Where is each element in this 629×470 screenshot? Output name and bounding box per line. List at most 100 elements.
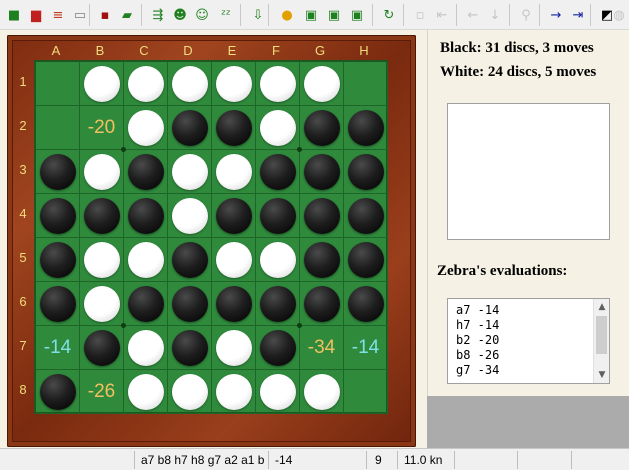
square-d7[interactable]: [168, 326, 212, 370]
square-g5[interactable]: [300, 238, 344, 282]
square-g3[interactable]: [300, 150, 344, 194]
square-a2[interactable]: [36, 106, 80, 150]
square-d6[interactable]: [168, 282, 212, 326]
evaluations-listbox[interactable]: a7 -14 h7 -14 b2 -20 b8 -26 g7 -34 ▲ ▼: [447, 298, 610, 384]
square-d4[interactable]: [168, 194, 212, 238]
square-f7[interactable]: [256, 326, 300, 370]
evaluation-item[interactable]: b2 -20: [456, 333, 499, 347]
square-b6[interactable]: [80, 282, 124, 326]
analyze-button[interactable]: ☻: [170, 5, 190, 25]
square-b8[interactable]: -26: [80, 370, 124, 414]
sleep-button[interactable]: ᶻᶻ: [216, 5, 236, 25]
square-h4[interactable]: [344, 194, 388, 238]
square-a6[interactable]: [36, 282, 80, 326]
scroll-down-icon[interactable]: ▼: [594, 367, 610, 383]
scroll-up-icon[interactable]: ▲: [594, 299, 610, 315]
square-b1[interactable]: [80, 62, 124, 106]
square-e7[interactable]: [212, 326, 256, 370]
evaluation-item[interactable]: h7 -14: [456, 318, 499, 332]
open-folder-button[interactable]: ▰: [117, 5, 137, 25]
square-f5[interactable]: [256, 238, 300, 282]
square-f3[interactable]: [256, 150, 300, 194]
square-b3[interactable]: [80, 150, 124, 194]
engine-move-button[interactable]: ⇶: [148, 5, 168, 25]
square-a4[interactable]: [36, 194, 80, 238]
square-d1[interactable]: [168, 62, 212, 106]
evaluation-item[interactable]: b8 -26: [456, 348, 499, 362]
square-e8[interactable]: [212, 370, 256, 414]
square-b5[interactable]: [80, 238, 124, 282]
square-g1[interactable]: [300, 62, 344, 106]
evaluation-item[interactable]: g7 -34: [456, 363, 499, 377]
square-c3[interactable]: [124, 150, 168, 194]
square-a8[interactable]: [36, 370, 80, 414]
square-c2[interactable]: [124, 106, 168, 150]
stack-button[interactable]: ≡: [48, 5, 68, 25]
square-e5[interactable]: [212, 238, 256, 282]
square-d5[interactable]: [168, 238, 212, 282]
square-g7[interactable]: -34: [300, 326, 344, 370]
evaluations-scrollbar[interactable]: ▲ ▼: [593, 299, 609, 383]
square-g6[interactable]: [300, 282, 344, 326]
board-green-2-button[interactable]: ▣: [324, 5, 344, 25]
square-h3[interactable]: [344, 150, 388, 194]
board-green-1-button[interactable]: ▣: [301, 5, 321, 25]
hint-button[interactable]: ⚲: [516, 5, 536, 25]
square-a1[interactable]: [36, 62, 80, 106]
down-button[interactable]: ↓: [485, 5, 505, 25]
forward-button[interactable]: →: [546, 5, 566, 25]
open-game-button[interactable]: ▆: [26, 5, 46, 25]
save-button[interactable]: ▪: [95, 5, 115, 25]
game-board[interactable]: -20 -14 -34 -14 -26: [34, 60, 388, 414]
square-e1[interactable]: [212, 62, 256, 106]
square-d2[interactable]: [168, 106, 212, 150]
scrollbar-thumb[interactable]: [596, 316, 607, 354]
square-c7[interactable]: [124, 326, 168, 370]
last-move-button[interactable]: ⇥: [568, 5, 588, 25]
square-e6[interactable]: [212, 282, 256, 326]
square-b2[interactable]: -20: [80, 106, 124, 150]
stop-button[interactable]: ●: [277, 5, 297, 25]
black-disc: [127, 197, 164, 234]
square-f1[interactable]: [256, 62, 300, 106]
square-h5[interactable]: [344, 238, 388, 282]
blank-button[interactable]: ▫: [410, 5, 430, 25]
square-a7[interactable]: -14: [36, 326, 80, 370]
square-g4[interactable]: [300, 194, 344, 238]
square-d3[interactable]: [168, 150, 212, 194]
square-c8[interactable]: [124, 370, 168, 414]
board-green-3-button[interactable]: ▣: [347, 5, 367, 25]
square-h1[interactable]: [344, 62, 388, 106]
new-game-button[interactable]: ■: [4, 5, 24, 25]
back-button[interactable]: ←: [463, 5, 483, 25]
square-d8[interactable]: [168, 370, 212, 414]
square-e4[interactable]: [212, 194, 256, 238]
square-a3[interactable]: [36, 150, 80, 194]
square-c4[interactable]: [124, 194, 168, 238]
options-button[interactable]: ◍: [609, 5, 629, 25]
square-h6[interactable]: [344, 282, 388, 326]
square-f6[interactable]: [256, 282, 300, 326]
first-move-button[interactable]: ⇤: [432, 5, 452, 25]
human-vs-button[interactable]: ☺: [192, 5, 212, 25]
clipboard-button[interactable]: ▭: [70, 5, 90, 25]
square-h8[interactable]: [344, 370, 388, 414]
square-e2[interactable]: [212, 106, 256, 150]
square-g2[interactable]: [300, 106, 344, 150]
square-f4[interactable]: [256, 194, 300, 238]
square-g8[interactable]: [300, 370, 344, 414]
square-e3[interactable]: [212, 150, 256, 194]
square-c1[interactable]: [124, 62, 168, 106]
refresh-button[interactable]: ↻: [379, 5, 399, 25]
download-board-button[interactable]: ⇩: [248, 5, 268, 25]
square-f8[interactable]: [256, 370, 300, 414]
square-f2[interactable]: [256, 106, 300, 150]
square-a5[interactable]: [36, 238, 80, 282]
evaluation-item[interactable]: a7 -14: [456, 303, 499, 317]
square-c6[interactable]: [124, 282, 168, 326]
square-b4[interactable]: [80, 194, 124, 238]
square-h7[interactable]: -14: [344, 326, 388, 370]
square-h2[interactable]: [344, 106, 388, 150]
square-b7[interactable]: [80, 326, 124, 370]
square-c5[interactable]: [124, 238, 168, 282]
